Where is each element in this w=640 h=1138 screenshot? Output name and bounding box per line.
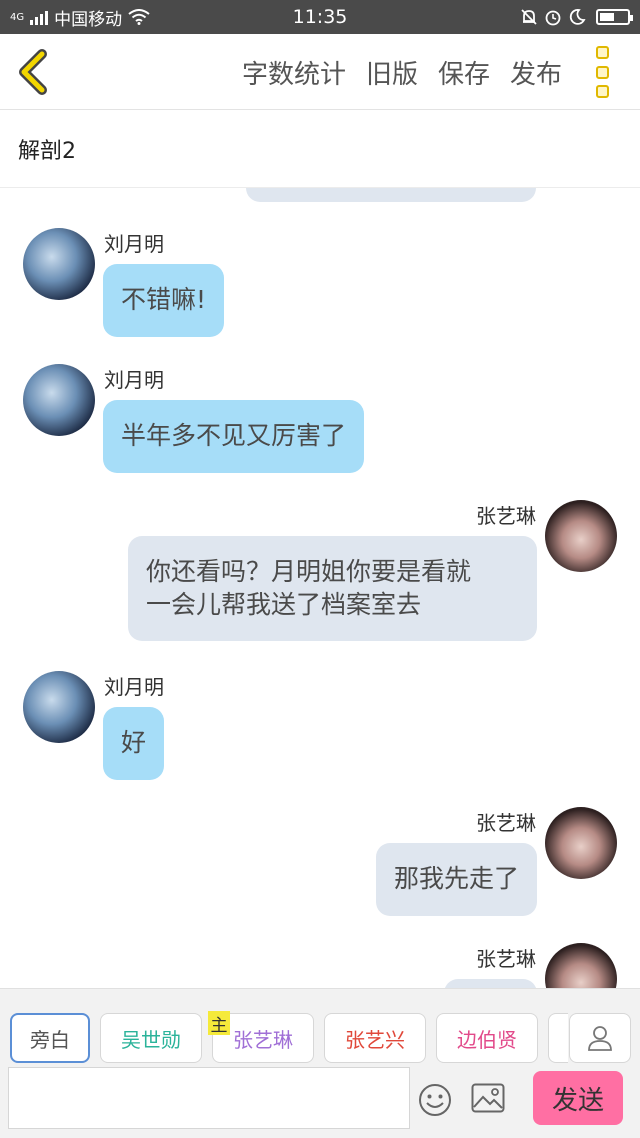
avatar[interactable]	[545, 807, 617, 879]
network-type: 4G	[10, 11, 25, 23]
wifi-icon	[128, 9, 150, 25]
sender-name: 刘月明	[104, 368, 164, 392]
person-icon	[588, 1026, 612, 1051]
character-manage-button[interactable]	[569, 1013, 631, 1063]
character-tab-partial[interactable]	[548, 1013, 568, 1063]
character-tab-label: 张艺兴	[345, 1027, 405, 1052]
moon-icon	[569, 9, 586, 25]
back-button[interactable]	[14, 48, 58, 96]
message-line: 一会儿帮我送了档案室去	[146, 589, 422, 619]
message-bubble[interactable]	[444, 979, 537, 988]
avatar[interactable]	[545, 943, 617, 988]
bell-off-icon	[521, 9, 537, 25]
message-line: 你还看吗？月明姐你要是看就	[146, 557, 472, 586]
avatar[interactable]	[545, 500, 617, 572]
signal-icon	[30, 9, 49, 25]
character-tab[interactable]: 吴世勋	[100, 1013, 202, 1063]
save-button[interactable]: 保存	[438, 54, 490, 91]
publish-button[interactable]: 发布	[510, 54, 562, 91]
status-bar: 4G 中国移动 11:35	[0, 0, 640, 34]
character-tab[interactable]: 张艺兴	[324, 1013, 426, 1063]
message-bubble[interactable]: 你还看吗？月明姐你要是看就 一会儿帮我送了档案室去	[128, 536, 537, 641]
alarm-icon	[545, 10, 561, 26]
character-tab-label: 张艺琳	[233, 1027, 293, 1052]
sender-name: 张艺琳	[476, 947, 536, 971]
main-character-badge: 主	[208, 1011, 230, 1036]
chapter-title[interactable]: 解剖2	[0, 110, 640, 188]
chat-area[interactable]: 刘月明 不错嘛! 刘月明 半年多不见又厉害了 张艺琳 你还看吗？月明姐你要是看就…	[0, 188, 640, 988]
carrier-name: 中国移动	[54, 9, 123, 30]
smiley-icon	[419, 1084, 451, 1116]
sender-name: 刘月明	[104, 232, 164, 256]
sender-name: 刘月明	[104, 675, 164, 699]
character-tab-label: 吴世勋	[121, 1027, 181, 1052]
emoji-button[interactable]	[418, 1083, 452, 1117]
chevron-left-icon	[19, 49, 47, 95]
message-input[interactable]	[8, 1067, 410, 1129]
more-vertical-icon[interactable]	[596, 46, 614, 98]
top-bar: 字数统计 旧版 保存 发布	[0, 34, 640, 110]
image-button[interactable]	[471, 1083, 505, 1113]
character-tab-label: 旁白	[30, 1027, 70, 1052]
message-item: 张艺琳 你还看吗？月明姐你要是看就 一会儿帮我送了档案室去	[0, 460, 640, 660]
avatar[interactable]	[23, 228, 95, 300]
sender-name: 张艺琳	[476, 504, 536, 528]
word-count-button[interactable]: 字数统计	[242, 54, 346, 91]
character-tab[interactable]: 边伯贤	[436, 1013, 538, 1063]
character-tab-label: 边伯贤	[457, 1027, 517, 1052]
sender-name: 张艺琳	[476, 811, 536, 835]
message-item: 张艺琳	[0, 903, 640, 988]
avatar[interactable]	[23, 671, 95, 743]
send-button[interactable]: 发送	[533, 1071, 623, 1125]
avatar[interactable]	[23, 364, 95, 436]
image-icon	[471, 1083, 505, 1113]
header-actions: 字数统计 旧版 保存 发布	[242, 34, 562, 110]
composer-panel: 旁白 吴世勋 张艺琳 主 张艺兴 边伯贤 发送	[0, 988, 640, 1138]
character-tab-narrator[interactable]: 旁白	[10, 1013, 90, 1063]
old-version-button[interactable]: 旧版	[366, 54, 418, 91]
battery-icon	[596, 9, 633, 25]
